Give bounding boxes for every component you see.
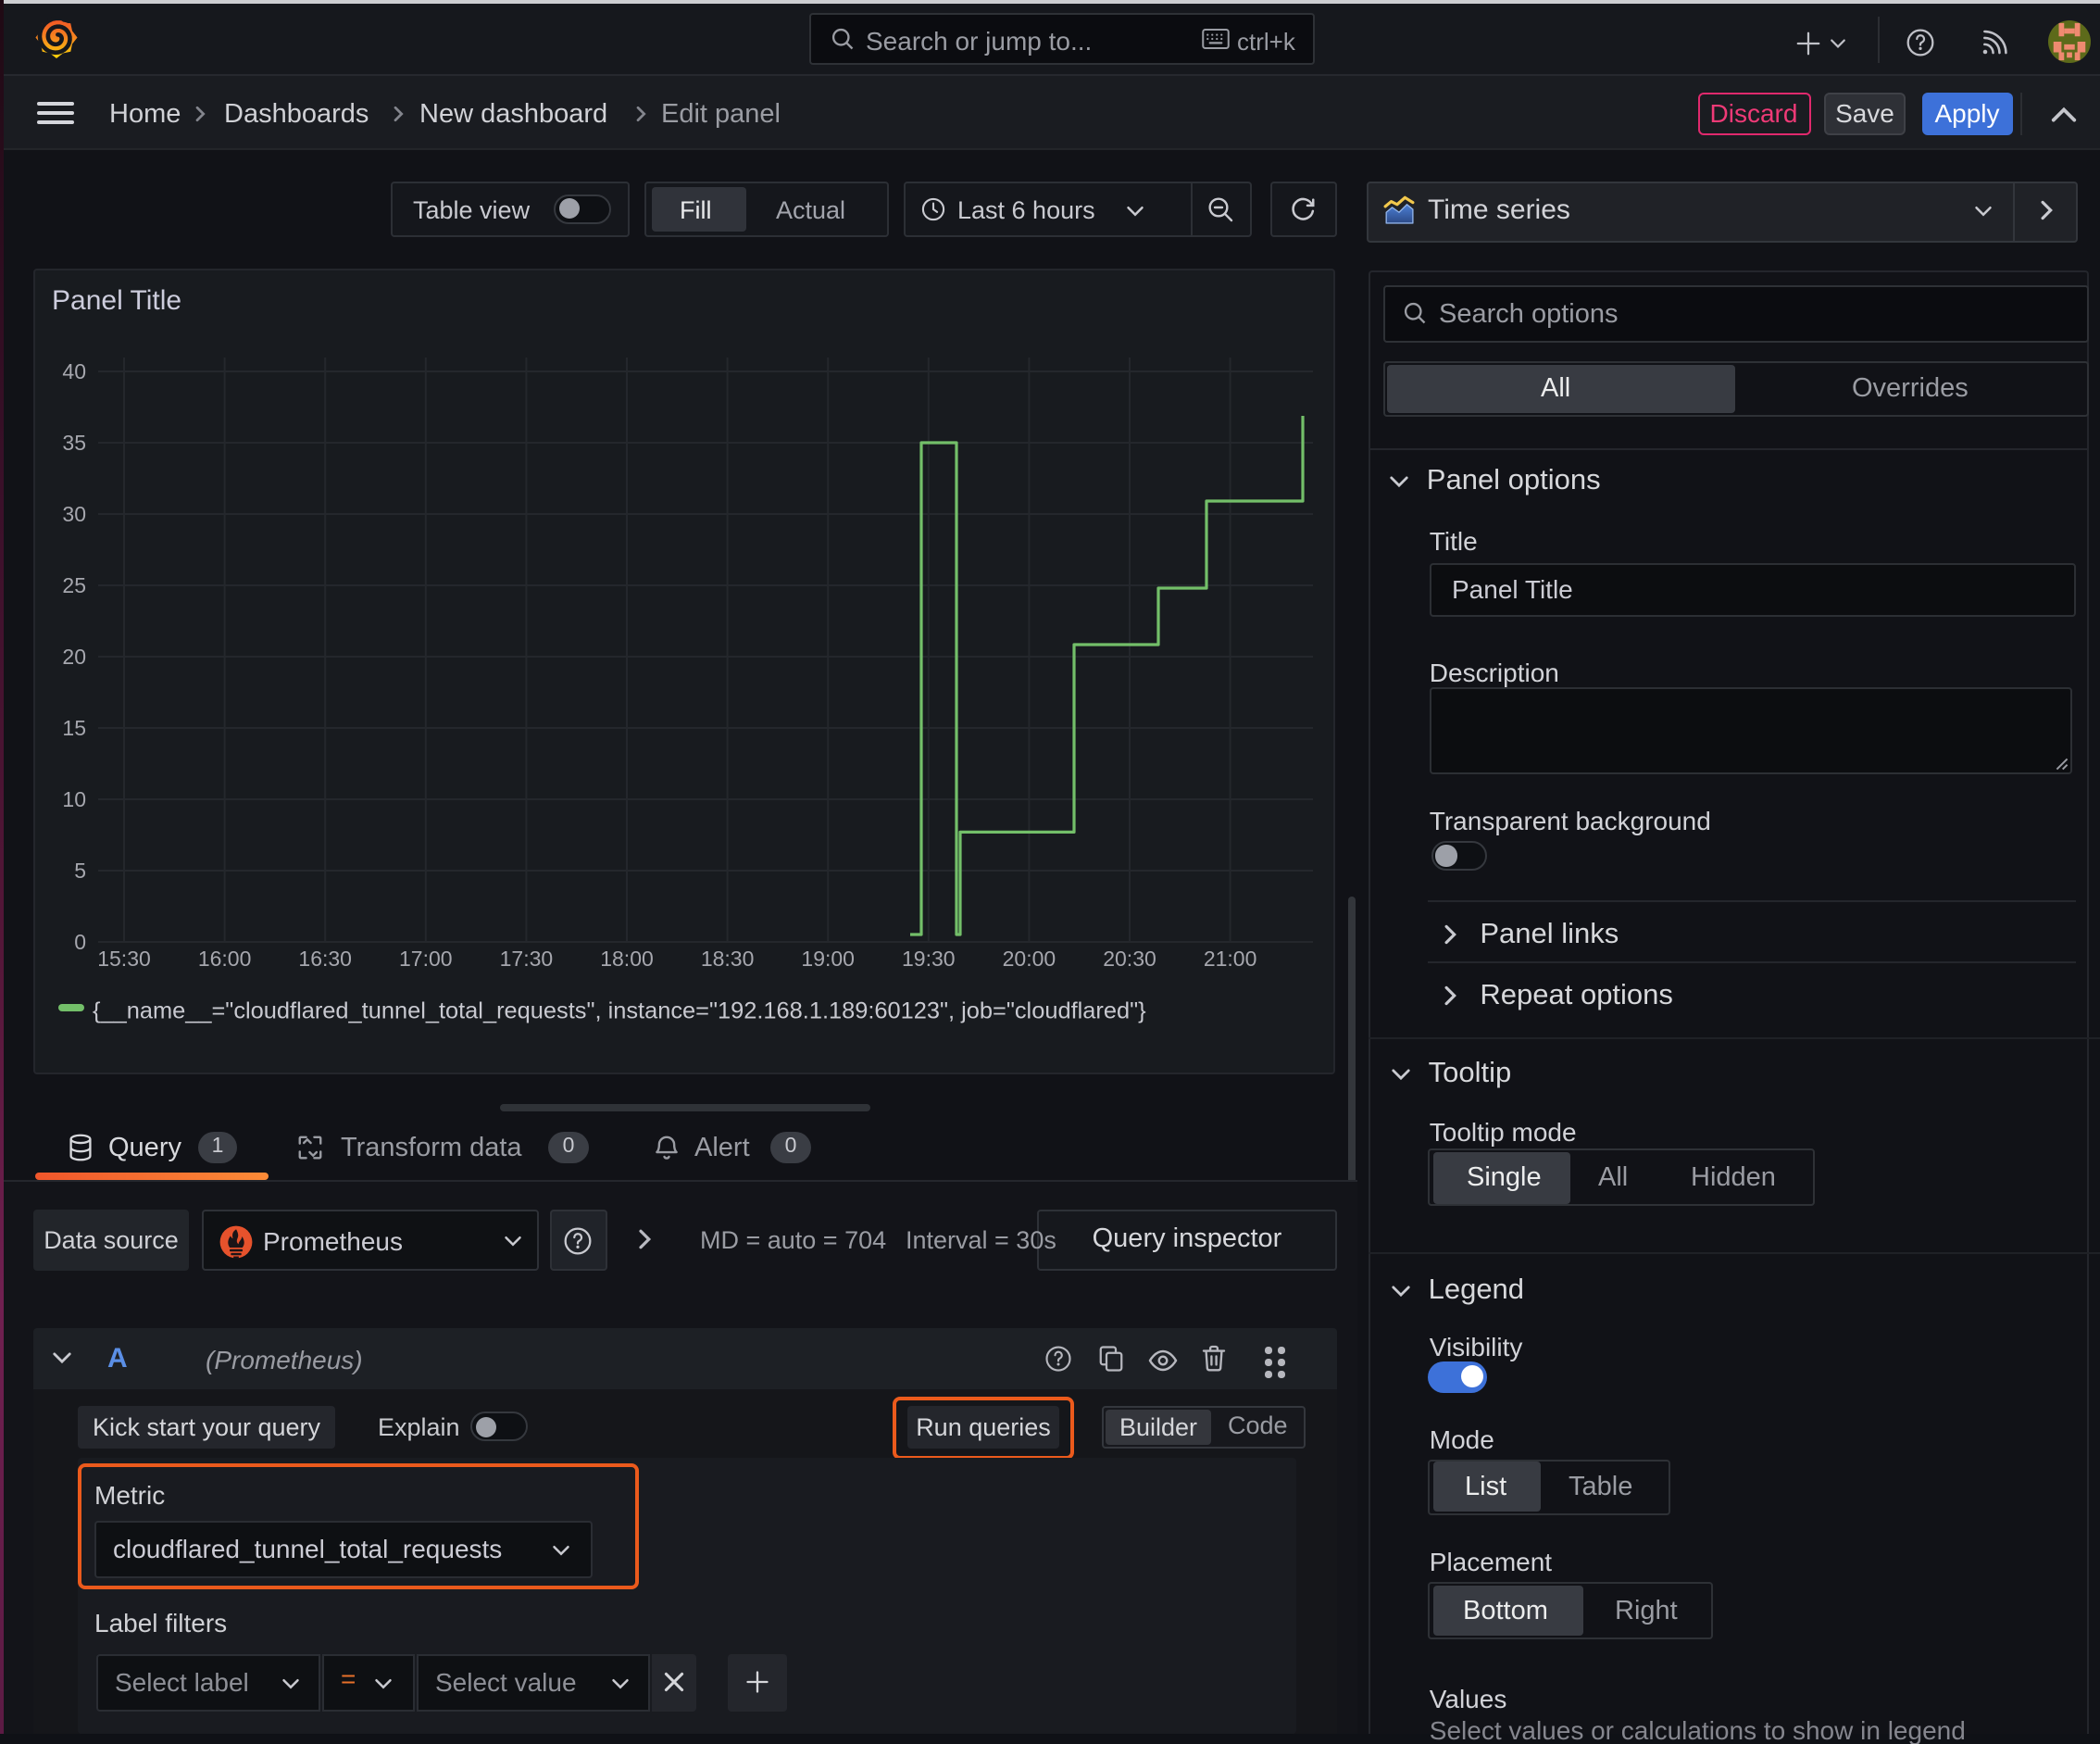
svg-text:18:30: 18:30: [701, 947, 755, 971]
svg-text:17:00: 17:00: [399, 947, 453, 971]
svg-text:15:30: 15:30: [97, 947, 151, 971]
svg-text:16:00: 16:00: [198, 947, 252, 971]
svg-text:20: 20: [62, 645, 86, 669]
svg-text:20:00: 20:00: [1003, 947, 1056, 971]
svg-text:16:30: 16:30: [298, 947, 352, 971]
svg-text:19:30: 19:30: [902, 947, 956, 971]
svg-text:35: 35: [62, 431, 86, 455]
svg-text:{__name__="cloudflared_tunnel_: {__name__="cloudflared_tunnel_total_requ…: [93, 998, 1146, 1024]
svg-text:21:00: 21:00: [1204, 947, 1257, 971]
svg-text:30: 30: [62, 502, 86, 526]
svg-text:15: 15: [62, 716, 86, 740]
svg-text:10: 10: [62, 787, 86, 811]
svg-text:20:30: 20:30: [1103, 947, 1156, 971]
svg-text:17:30: 17:30: [500, 947, 554, 971]
svg-text:5: 5: [74, 859, 86, 883]
svg-text:18:00: 18:00: [600, 947, 654, 971]
svg-text:19:00: 19:00: [801, 947, 855, 971]
svg-text:40: 40: [62, 359, 86, 383]
svg-text:25: 25: [62, 573, 86, 597]
svg-text:0: 0: [74, 930, 86, 954]
